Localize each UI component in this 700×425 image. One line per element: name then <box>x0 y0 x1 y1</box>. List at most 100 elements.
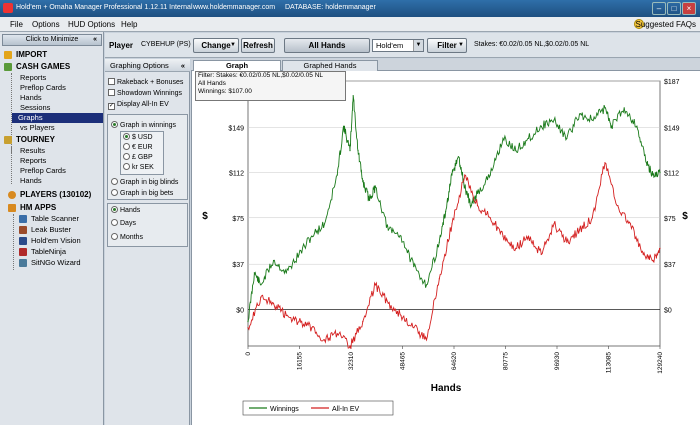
currency-eur-radio[interactable]: € EUR <box>123 143 153 152</box>
data-point-all-in-ev <box>260 296 262 298</box>
x-mode-hands-label: Hands <box>120 207 141 214</box>
rakeback-label: Rakeback + Bonuses <box>117 79 184 86</box>
data-point-all-in-ev <box>515 247 517 249</box>
menu-file[interactable]: File <box>10 20 23 29</box>
radio-off-icon <box>111 178 118 185</box>
data-point-all-in-ev <box>540 253 542 255</box>
data-point-winnings <box>610 125 612 127</box>
data-point-all-in-ev <box>425 339 428 341</box>
import-icon <box>4 51 12 59</box>
y-tick-label-right: $187 <box>664 79 680 86</box>
x-tick-label: 96930 <box>554 352 561 370</box>
data-point-winnings <box>349 150 351 152</box>
sidebar-item-tourney-hands[interactable]: Hands <box>20 176 42 186</box>
maximize-window-button[interactable]: □ <box>667 2 681 15</box>
filter-summary-line-1: Filter: Stakes: €0.02/0.05 NL,$0.02/0.05… <box>198 72 324 79</box>
data-point-winnings <box>659 172 661 174</box>
sidebar-item-reports[interactable]: Reports <box>20 73 46 83</box>
filter-button[interactable]: Filter ▼ <box>427 38 467 53</box>
legend-label-all-in-ev: All-In EV <box>332 406 360 413</box>
radio-off-icon <box>123 153 130 160</box>
x-tick-label: 129240 <box>657 352 664 374</box>
menu-hud-options[interactable]: HUD Options <box>68 20 115 29</box>
sitngo-wizard-icon <box>19 259 27 267</box>
sidebar-item-tourney-reports[interactable]: Reports <box>20 156 46 166</box>
radio-off-icon <box>111 219 118 226</box>
graph-in-big-blinds-radio[interactable]: Graph in big blinds <box>111 178 178 187</box>
currency-usd-label: $ USD <box>132 134 153 141</box>
sidebar-item-players[interactable]: PLAYERS (130102) <box>20 190 91 200</box>
data-point-all-in-ev <box>323 339 326 341</box>
close-window-button[interactable]: × <box>682 2 696 15</box>
data-point-all-in-ev <box>413 327 415 329</box>
sidebar-item-import[interactable]: IMPORT <box>16 50 47 60</box>
display-all-in-ev-checkbox[interactable]: ✓ Display All-In EV <box>108 100 169 110</box>
sidebar-item-sitngo-wizard[interactable]: SitNGo Wizard <box>31 258 81 268</box>
sidebar-item-tourney[interactable]: TOURNEY <box>16 135 55 145</box>
sidebar: Click to Minimize « IMPORT CASH GAMES Re… <box>0 32 104 425</box>
graph-in-winnings-label: Graph in winnings <box>120 122 177 129</box>
rakeback-checkbox[interactable]: Rakeback + Bonuses <box>108 78 183 87</box>
y-tick-label-left: $112 <box>229 171 244 178</box>
x-mode-hands-radio[interactable]: Hands <box>111 206 140 215</box>
sidebar-item-hands[interactable]: Hands <box>20 93 42 103</box>
data-point-winnings <box>604 107 606 109</box>
sidebar-item-table-ninja[interactable]: TableNinja <box>31 247 66 257</box>
data-point-winnings <box>374 186 377 188</box>
minimize-window-button[interactable]: – <box>652 2 666 15</box>
data-point-winnings <box>260 284 262 286</box>
window-database: DATABASE: holdemmanager <box>285 4 376 11</box>
x-tick-label: 0 <box>245 352 252 356</box>
app-icon <box>3 3 13 13</box>
sidebar-item-tourney-results[interactable]: Results <box>20 146 45 156</box>
currency-sek-radio[interactable]: kr SEK <box>123 163 154 172</box>
tab-graphed-hands[interactable]: Graphed Hands <box>282 60 378 71</box>
data-point-winnings <box>413 266 415 268</box>
refresh-button[interactable]: Refresh <box>241 38 275 53</box>
tab-graph[interactable]: Graph <box>193 60 281 71</box>
menu-help[interactable]: Help <box>121 20 137 29</box>
player-label: Player <box>109 41 134 50</box>
data-point-winnings <box>298 253 300 255</box>
sidebar-item-leak-buster[interactable]: Leak Buster <box>31 225 71 235</box>
data-point-all-in-ev <box>604 162 606 164</box>
y-tick-label-right: $112 <box>664 171 679 178</box>
sidebar-item-tourney-preflop-cards[interactable]: Preflop Cards <box>20 166 66 176</box>
sidebar-item-preflop-cards[interactable]: Preflop Cards <box>20 83 66 93</box>
graphing-options-header[interactable]: Graphing Options « <box>105 59 190 72</box>
sidebar-item-cash-games[interactable]: CASH GAMES <box>16 62 70 72</box>
minimize-label: Click to Minimize <box>25 36 79 43</box>
currency-gbp-radio[interactable]: £ GBP <box>123 153 153 162</box>
minimize-sidebar-button[interactable]: Click to Minimize « <box>2 34 102 46</box>
display-all-in-ev-label: Display All-In EV <box>117 101 169 108</box>
showdown-winnings-checkbox[interactable]: Showdown Winnings <box>108 89 182 98</box>
radio-on-icon <box>111 121 118 128</box>
graph-in-big-bets-radio[interactable]: Graph in big bets <box>111 189 173 198</box>
cash-games-icon <box>4 63 12 71</box>
checkbox-icon <box>108 78 115 85</box>
currency-usd-radio[interactable]: $ USD <box>123 133 153 142</box>
sidebar-item-graphs[interactable]: Graphs <box>12 113 103 123</box>
x-axis-label: Hands <box>431 383 462 394</box>
data-point-winnings <box>636 125 638 127</box>
x-tick-label: 32310 <box>348 352 355 370</box>
radio-off-icon <box>111 233 118 240</box>
x-mode-days-radio[interactable]: Days <box>111 219 136 228</box>
data-point-all-in-ev <box>387 302 389 304</box>
change-player-button[interactable]: Change ▼ <box>193 38 239 53</box>
sidebar-item-table-scanner[interactable]: Table Scanner <box>31 214 79 224</box>
x-tick-label: 48465 <box>400 352 407 370</box>
graph-in-winnings-radio[interactable]: Graph in winnings <box>111 121 176 130</box>
sidebar-item-sessions[interactable]: Sessions <box>20 103 50 113</box>
sidebar-item-hm-apps[interactable]: HM APPS <box>20 203 56 213</box>
x-mode-months-label: Months <box>120 234 143 241</box>
sidebar-item-vs-players[interactable]: vs Players <box>20 123 55 133</box>
sidebar-item-holdem-vision[interactable]: Hold'em Vision <box>31 236 81 246</box>
x-mode-months-radio[interactable]: Months <box>111 233 143 242</box>
menu-options[interactable]: Options <box>32 20 60 29</box>
game-type-select[interactable]: Hold'em ▼ <box>372 39 424 52</box>
data-point-all-in-ev <box>451 223 453 225</box>
all-hands-button[interactable]: All Hands <box>284 38 370 53</box>
checkbox-icon <box>108 89 115 96</box>
suggested-features-link[interactable]: Suggested FAQs <box>636 20 696 29</box>
